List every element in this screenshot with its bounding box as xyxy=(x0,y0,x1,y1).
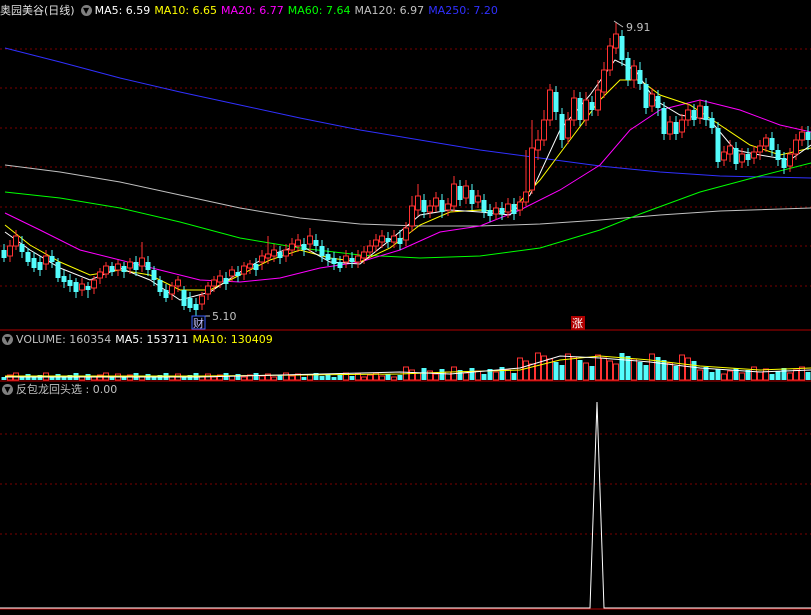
ma10-legend: MA10: 6.65 xyxy=(154,4,218,17)
volume-ma10-legend: MA10: 130409 xyxy=(192,333,273,346)
volume-panel-header: ▼ VOLUME: 160354 MA5: 153711 MA10: 130409 xyxy=(0,332,277,348)
chart-canvas: 9.91 5.10 财 涨 xyxy=(0,20,811,610)
ma120-legend: MA120: 6.97 xyxy=(354,4,425,17)
indicator-panel-header: ▼ 反包龙回头选 : 0.00 xyxy=(0,382,121,398)
ma250-legend: MA250: 7.20 xyxy=(428,4,498,17)
chevron-down-icon[interactable]: ▼ xyxy=(2,333,13,345)
annotations: 9.91 5.10 财 涨 xyxy=(191,20,651,330)
volume-legend: VOLUME: 160354 xyxy=(16,333,112,346)
low-price-label: 5.10 xyxy=(212,310,237,323)
volume-ma5-legend: MA5: 153711 xyxy=(115,333,189,346)
stock-title: 奥园美谷(日线) xyxy=(0,4,75,17)
ma20-line xyxy=(4,99,811,283)
ma60-legend: MA60: 7.64 xyxy=(287,4,351,17)
chevron-down-icon[interactable]: ▼ xyxy=(2,383,13,395)
price-panel-header: 奥园美谷(日线) ▼ MA5: 6.59 MA10: 6.65 MA20: 6.77 MA… xyxy=(0,3,502,19)
earnings-marker[interactable]: 财 xyxy=(193,316,204,330)
ma20-legend: MA20: 6.77 xyxy=(221,4,284,17)
candlestick-series xyxy=(1,22,811,316)
high-price-label: 9.91 xyxy=(626,21,651,34)
ma10-line xyxy=(4,59,811,301)
indicator-legend: 反包龙回头选 : 0.00 xyxy=(16,383,118,396)
ma5-legend: MA5: 6.59 xyxy=(94,4,151,17)
ma60-line xyxy=(4,162,811,259)
chevron-down-icon[interactable]: ▼ xyxy=(80,4,92,16)
indicator-line xyxy=(0,401,811,609)
limit-up-marker[interactable]: 涨 xyxy=(572,317,583,330)
grid-lines xyxy=(0,48,811,610)
